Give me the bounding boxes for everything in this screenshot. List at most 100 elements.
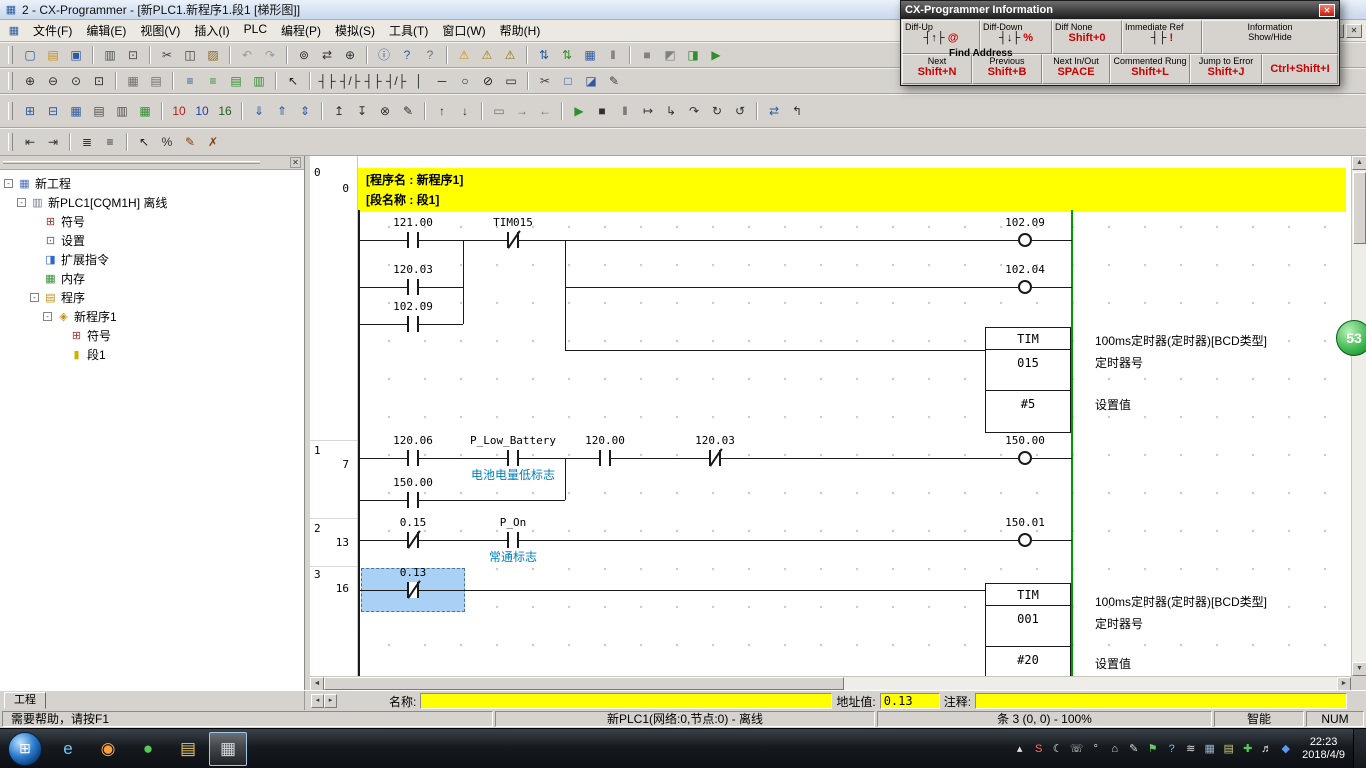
show-desktop-button[interactable]	[1353, 729, 1366, 768]
sim-pause-button[interactable]: ‖	[614, 100, 636, 122]
menu-tools[interactable]: 工具(T)	[382, 20, 435, 41]
name-field[interactable]	[420, 693, 832, 709]
overlay-counter-badge[interactable]: 53	[1336, 320, 1366, 356]
show-rungs-button[interactable]: ▤	[145, 70, 167, 92]
cross-reference-button[interactable]: ⊞	[19, 100, 41, 122]
tree-expander-icon[interactable]: -	[17, 198, 26, 207]
tree-expander-icon[interactable]: -	[4, 179, 13, 188]
menu-plc[interactable]: PLC	[237, 20, 274, 41]
replace-button[interactable]: ⇄	[316, 44, 338, 66]
io-table-button[interactable]: ▤	[88, 100, 110, 122]
tray-home-icon[interactable]: ⌂	[1106, 740, 1123, 757]
coil-102-09[interactable]	[1018, 233, 1032, 247]
tree-item-symbols[interactable]: ⊞ 符号	[0, 212, 304, 231]
bookmark-button[interactable]: ✎	[179, 131, 201, 153]
monitor-mode-button[interactable]: ◨	[682, 44, 704, 66]
new-or-closed-contact-button[interactable]: ┤/├	[385, 70, 407, 92]
cut-button[interactable]: ✂	[156, 44, 178, 66]
zoom-fit-button[interactable]: ⊙	[65, 70, 87, 92]
new-project-button[interactable]: ▢	[19, 44, 41, 66]
tab-project[interactable]: 工程	[4, 692, 46, 709]
tray-help-icon[interactable]: ?	[1163, 740, 1180, 757]
contact-120-03[interactable]	[407, 279, 419, 295]
memory-view-button[interactable]: ▦	[134, 100, 156, 122]
menu-program[interactable]: 编程(P)	[274, 20, 328, 41]
horizontal-scrollbar[interactable]: ◄ ►	[310, 676, 1351, 690]
tree-item-section1[interactable]: ▮ 段1	[0, 345, 304, 364]
paste-button[interactable]: ▨	[202, 44, 224, 66]
contact-p-on[interactable]	[507, 532, 519, 548]
compile-button[interactable]: ⚠	[476, 44, 498, 66]
tree-item-programs[interactable]: - ▤ 程序	[0, 288, 304, 307]
new-closed-contact-button[interactable]: ┤/├	[339, 70, 361, 92]
tree-expander-icon[interactable]: -	[43, 312, 52, 321]
clear-bookmark-button[interactable]: ✗	[202, 131, 224, 153]
tree-item-settings[interactable]: ⊡ 设置	[0, 231, 304, 250]
contact-150-00[interactable]	[407, 492, 419, 508]
scroll-left-icon[interactable]: ◄	[310, 677, 324, 691]
debug-mode-button[interactable]: ◩	[659, 44, 681, 66]
mnemonic-view-button[interactable]: ▥	[248, 70, 270, 92]
menu-insert[interactable]: 插入(I)	[187, 20, 236, 41]
select-tool-button[interactable]: ↖	[282, 70, 304, 92]
tray-chart-icon[interactable]: ▤	[1220, 740, 1237, 757]
redo-button[interactable]: ↷	[259, 44, 281, 66]
closed-contact-0-15[interactable]	[407, 532, 419, 548]
zoom-in-button[interactable]: ⊕	[19, 70, 41, 92]
fb-parameter-button[interactable]: ◪	[580, 70, 602, 92]
auto-online-button[interactable]: ⇅	[556, 44, 578, 66]
online-edit-button[interactable]: ▭	[488, 100, 510, 122]
closed-contact-0-13[interactable]	[407, 582, 419, 598]
section-list-button[interactable]: ▤	[225, 70, 247, 92]
closed-contact-tim015[interactable]	[507, 232, 519, 248]
download-to-plc-button[interactable]: ⇓	[248, 100, 270, 122]
delete-column-button[interactable]: ✂	[534, 70, 556, 92]
field-next-icon[interactable]: ▸	[324, 694, 337, 708]
address-field[interactable]: 0.13	[880, 693, 940, 709]
context-help-button[interactable]: ?	[419, 44, 441, 66]
coil-102-04[interactable]	[1018, 280, 1032, 294]
taskbar-ie-icon[interactable]: e	[49, 732, 87, 766]
save-project-button[interactable]: ▣	[65, 44, 87, 66]
tree-item-new-program[interactable]: - ◈ 新程序1	[0, 307, 304, 326]
sim-continuous-button[interactable]: ↻	[706, 100, 728, 122]
contact-102-09[interactable]	[407, 316, 419, 332]
tray-diamond-icon[interactable]: ◆	[1277, 740, 1294, 757]
tray-volume-icon[interactable]: ♬	[1258, 740, 1275, 757]
sim-scan-run-button[interactable]: ↺	[729, 100, 751, 122]
print-preview-button[interactable]: ⊡	[122, 44, 144, 66]
mdi-close-button[interactable]: ✕	[1346, 24, 1362, 38]
taskbar-clock[interactable]: 22:23 2018/4/9	[1302, 736, 1345, 762]
online-edit-cancel-button[interactable]: ←	[534, 100, 556, 122]
close-icon[interactable]: ✕	[1319, 4, 1335, 17]
tree-item-expansion-instructions[interactable]: ◨ 扩展指令	[0, 250, 304, 269]
new-contact-button[interactable]: ┤├	[316, 70, 338, 92]
upload-from-plc-button[interactable]: ⇑	[271, 100, 293, 122]
force-cancel-button[interactable]: ⊗	[374, 100, 396, 122]
set-value-button[interactable]: ✎	[397, 100, 419, 122]
contact-120-06[interactable]	[407, 450, 419, 466]
menu-file[interactable]: 文件(F)	[26, 20, 79, 41]
go-to-rung-button[interactable]: ↖	[133, 131, 155, 153]
sim-run-button[interactable]: ▶	[568, 100, 590, 122]
workspace-grip[interactable]	[3, 161, 260, 164]
indent-increase-button[interactable]: ⇥	[42, 131, 64, 153]
menu-view[interactable]: 视图(V)	[133, 20, 187, 41]
menu-window[interactable]: 窗口(W)	[435, 20, 492, 41]
menu-help[interactable]: 帮助(H)	[493, 20, 548, 41]
zoom-reset-button[interactable]: ⊡	[88, 70, 110, 92]
tree-item-new-project[interactable]: - ▦ 新工程	[0, 174, 304, 193]
tim-instruction-block[interactable]: TIM 015 #5	[985, 327, 1071, 433]
tray-pen-icon[interactable]: ✎	[1125, 740, 1142, 757]
workspace-close-icon[interactable]: ✕	[290, 157, 301, 168]
global-symbols-button[interactable]: ≡	[202, 70, 224, 92]
tray-wifi-icon[interactable]: ≋	[1182, 740, 1199, 757]
comment-list-button[interactable]: ≡	[99, 131, 121, 153]
sim-step-button[interactable]: ↦	[637, 100, 659, 122]
new-instruction-button[interactable]: ▭	[500, 70, 522, 92]
tim-instruction-block[interactable]: TIM 001 #20	[985, 583, 1071, 676]
rung-comment-button[interactable]: ✎	[603, 70, 625, 92]
font-size-16-button[interactable]: 16	[214, 100, 236, 122]
online-edit-send-button[interactable]: →	[511, 100, 533, 122]
sync-button[interactable]: ⇄	[763, 100, 785, 122]
